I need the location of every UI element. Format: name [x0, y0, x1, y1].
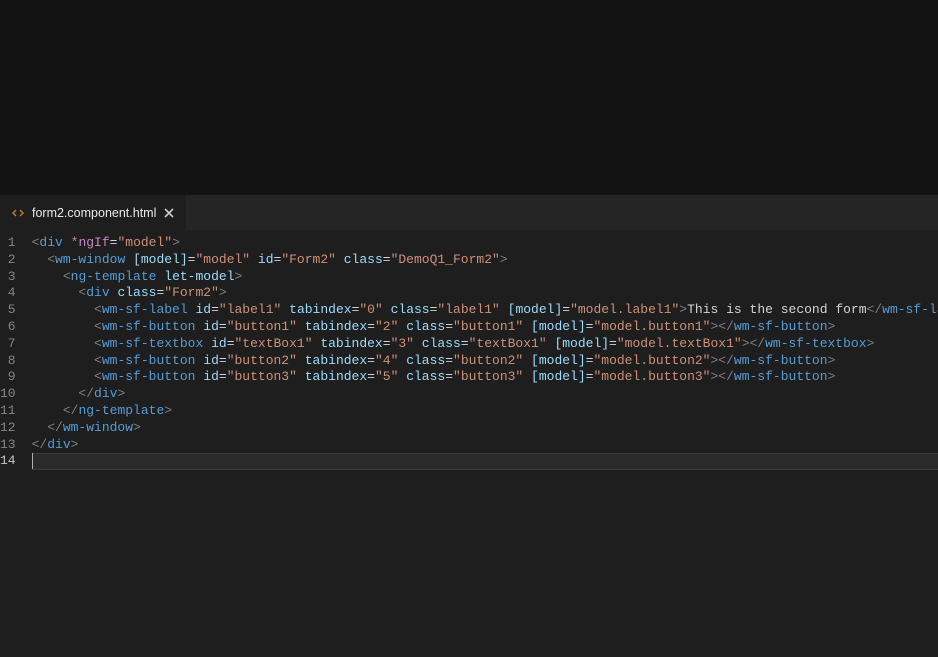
- code-line[interactable]: <wm-sf-label id="label1" tabindex="0" cl…: [32, 302, 938, 319]
- line-number-gutter: 1234567891011121314: [0, 235, 32, 657]
- code-line[interactable]: </ng-template>: [32, 403, 938, 420]
- line-number: 2: [0, 252, 16, 269]
- code-line[interactable]: <wm-sf-button id="button2" tabindex="4" …: [32, 353, 938, 370]
- code-pre[interactable]: <div *ngIf="model"> <wm-window [model]="…: [32, 235, 938, 470]
- editor-wrap: form2.component.html 1234567891011121314…: [0, 195, 938, 657]
- code-line[interactable]: </wm-window>: [32, 420, 938, 437]
- line-number: 5: [0, 302, 16, 319]
- line-number: 7: [0, 336, 16, 353]
- code-area[interactable]: 1234567891011121314 <div *ngIf="model"> …: [0, 230, 938, 657]
- line-number: 8: [0, 353, 16, 370]
- code-line[interactable]: </div>: [32, 386, 938, 403]
- text-cursor: [32, 453, 34, 469]
- line-number: 6: [0, 319, 16, 336]
- line-number: 9: [0, 369, 16, 386]
- code-content[interactable]: <div *ngIf="model"> <wm-window [model]="…: [32, 235, 938, 657]
- tab-bar: form2.component.html: [0, 195, 938, 230]
- code-line[interactable]: <div class="Form2">: [32, 285, 938, 302]
- code-line[interactable]: </div>: [32, 437, 938, 454]
- line-number: 4: [0, 285, 16, 302]
- code-line[interactable]: <div *ngIf="model">: [32, 235, 938, 252]
- code-line[interactable]: <ng-template let-model>: [32, 269, 938, 286]
- code-line[interactable]: <wm-sf-textbox id="textBox1" tabindex="3…: [32, 336, 938, 353]
- tab-file[interactable]: form2.component.html: [0, 195, 187, 230]
- code-line[interactable]: [32, 453, 938, 470]
- code-line[interactable]: <wm-window [model]="model" id="Form2" cl…: [32, 252, 938, 269]
- line-number: 11: [0, 403, 16, 420]
- line-number: 3: [0, 269, 16, 286]
- line-number: 1: [0, 235, 16, 252]
- html-file-icon: [10, 205, 26, 221]
- line-number: 10: [0, 386, 16, 403]
- tab-filename: form2.component.html: [32, 206, 156, 220]
- line-number: 12: [0, 420, 16, 437]
- code-line[interactable]: <wm-sf-button id="button1" tabindex="2" …: [32, 319, 938, 336]
- close-icon[interactable]: [162, 206, 176, 220]
- line-number: 13: [0, 437, 16, 454]
- code-line[interactable]: <wm-sf-button id="button3" tabindex="5" …: [32, 369, 938, 386]
